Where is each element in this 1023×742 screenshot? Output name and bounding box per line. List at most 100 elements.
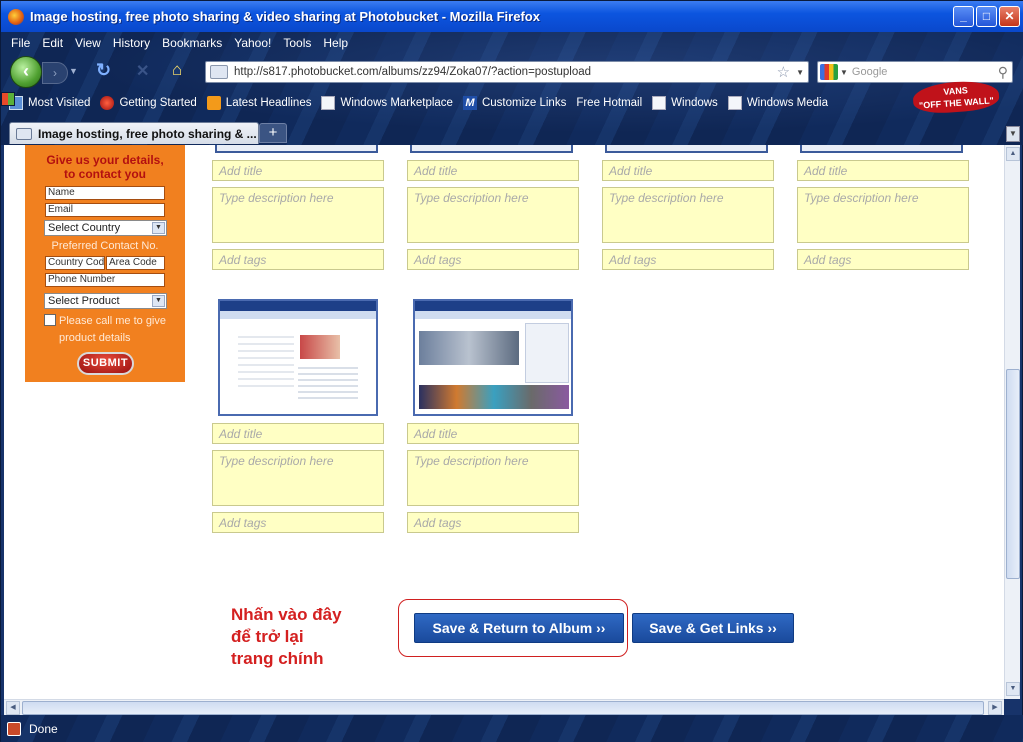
scroll-down-icon[interactable]: ▼ xyxy=(1006,682,1020,696)
vertical-scrollbar[interactable]: ▲ ▼ xyxy=(1004,145,1020,699)
navigation-toolbar: ‹ › ▼ ↻ ✕ ⌂ http://s817.photobucket.com/… xyxy=(1,54,1023,88)
image-thumbnail xyxy=(215,145,378,153)
tags-field[interactable]: Add tags xyxy=(407,512,579,533)
bookmark-free-hotmail[interactable]: Free Hotmail xyxy=(1,92,642,109)
new-tab-button[interactable]: + xyxy=(259,123,287,143)
menu-file[interactable]: File xyxy=(5,34,36,52)
description-field[interactable]: Type description here xyxy=(602,187,774,243)
horizontal-scrollbar[interactable]: ◀ ▶ xyxy=(4,699,1004,715)
contact-form-heading: Give us your details, to contact you xyxy=(46,153,164,181)
bookmark-windows[interactable]: Windows xyxy=(652,96,718,110)
description-field[interactable]: Type description here xyxy=(797,187,969,243)
callback-checkbox[interactable] xyxy=(44,314,56,326)
bookmark-getting-started[interactable]: Getting Started xyxy=(100,96,197,110)
title-field[interactable]: Add title xyxy=(602,160,774,181)
title-field[interactable]: Add title xyxy=(212,423,384,444)
tags-field[interactable]: Add tags xyxy=(602,249,774,270)
menu-view[interactable]: View xyxy=(69,34,107,52)
reload-icon[interactable]: ↻ xyxy=(96,60,111,81)
page-icon xyxy=(321,96,336,110)
country-select[interactable]: Select Country ▼ xyxy=(44,220,167,236)
status-bar: Done xyxy=(1,715,1023,742)
site-identity-icon[interactable] xyxy=(210,65,228,79)
vertical-scroll-thumb[interactable] xyxy=(1006,369,1020,579)
title-field[interactable]: Add title xyxy=(797,160,969,181)
description-field[interactable]: Type description here xyxy=(212,187,384,243)
description-field[interactable]: Type description here xyxy=(407,450,579,506)
chevron-down-icon: ▼ xyxy=(152,295,165,307)
page-content: Give us your details, to contact you Nam… xyxy=(4,145,1004,699)
instruction-annotation: Nhấn vào đây để trở lại trang chính xyxy=(231,605,342,668)
bookmark-star-icon[interactable]: ☆ xyxy=(777,63,790,81)
browser-chrome: File Edit View History Bookmarks Yahoo! … xyxy=(1,32,1023,145)
description-field[interactable]: Type description here xyxy=(212,450,384,506)
horizontal-scroll-thumb[interactable] xyxy=(22,701,984,715)
save-get-links-button[interactable]: Save & Get Links ›› xyxy=(632,613,794,643)
title-field[interactable]: Add title xyxy=(407,423,579,444)
tab-list-dropdown-icon[interactable]: ▼ xyxy=(1006,126,1020,142)
contact-form: Give us your details, to contact you Nam… xyxy=(25,145,185,382)
home-icon[interactable]: ⌂ xyxy=(172,60,182,80)
page-icon xyxy=(727,96,742,110)
tags-field[interactable]: Add tags xyxy=(797,249,969,270)
stop-icon[interactable]: ✕ xyxy=(136,61,149,81)
search-box[interactable]: G ▼ Google ⚲ xyxy=(817,61,1013,83)
getting-started-icon xyxy=(100,96,115,110)
scroll-up-icon[interactable]: ▲ xyxy=(1006,147,1020,161)
scroll-right-icon[interactable]: ▶ xyxy=(988,701,1002,715)
country-code-field[interactable]: Country Code xyxy=(45,256,105,270)
search-icon[interactable]: ⚲ xyxy=(998,64,1008,81)
tab-label: Image hosting, free photo sharing & ... xyxy=(38,126,257,141)
search-placeholder[interactable]: Google xyxy=(852,66,998,78)
chevron-down-icon: ▼ xyxy=(152,222,165,234)
url-text[interactable]: http://s817.photobucket.com/albums/zz94/… xyxy=(234,66,777,78)
image-thumbnail[interactable] xyxy=(413,299,573,416)
title-field[interactable]: Add title xyxy=(212,160,384,181)
name-field[interactable]: Name xyxy=(45,186,165,200)
description-field[interactable]: Type description here xyxy=(407,187,579,243)
menu-yahoo[interactable]: Yahoo! xyxy=(228,34,277,52)
maximize-button[interactable]: □ xyxy=(976,6,997,27)
save-return-button[interactable]: Save & Return to Album ›› xyxy=(414,613,624,643)
callback-label: Please call me to give product details xyxy=(59,315,166,344)
image-thumbnail[interactable] xyxy=(218,299,378,416)
menu-tools[interactable]: Tools xyxy=(277,34,317,52)
tab-strip: Image hosting, free photo sharing & ... … xyxy=(1,120,1023,145)
tags-field[interactable]: Add tags xyxy=(212,512,384,533)
bookmark-most-visited[interactable]: Most Visited xyxy=(9,96,90,110)
back-button[interactable]: ‹ xyxy=(10,56,42,88)
menu-history[interactable]: History xyxy=(107,34,156,52)
scroll-left-icon[interactable]: ◀ xyxy=(6,701,20,715)
menu-edit[interactable]: Edit xyxy=(36,34,69,52)
bookmark-customize-links[interactable]: M Customize Links xyxy=(462,96,566,110)
menu-help[interactable]: Help xyxy=(317,34,354,52)
google-engine-icon[interactable]: G xyxy=(820,64,838,80)
title-field[interactable]: Add title xyxy=(407,160,579,181)
firefox-icon xyxy=(8,8,24,25)
bookmark-windows-media[interactable]: Windows Media xyxy=(727,96,828,110)
submit-button[interactable]: SUBMIT xyxy=(77,352,134,375)
title-bar: Image hosting, free photo sharing & vide… xyxy=(1,1,1023,32)
bookmark-windows-marketplace[interactable]: Windows Marketplace xyxy=(321,96,453,110)
address-bar[interactable]: http://s817.photobucket.com/albums/zz94/… xyxy=(205,61,809,83)
minimize-button[interactable]: _ xyxy=(953,6,974,27)
email-field[interactable]: Email xyxy=(45,203,165,217)
url-dropdown-icon[interactable]: ▼ xyxy=(796,68,804,77)
history-dropdown-icon[interactable]: ▼ xyxy=(69,66,78,76)
engine-dropdown-icon[interactable]: ▼ xyxy=(840,68,848,77)
image-thumbnail xyxy=(605,145,768,153)
rss-icon xyxy=(206,96,221,110)
tags-field[interactable]: Add tags xyxy=(407,249,579,270)
tab-photobucket[interactable]: Image hosting, free photo sharing & ... xyxy=(9,122,259,144)
status-text: Done xyxy=(29,721,58,736)
page-icon xyxy=(652,96,667,110)
tags-field[interactable]: Add tags xyxy=(212,249,384,270)
area-code-field[interactable]: Area Code xyxy=(106,256,165,270)
close-button[interactable]: ✕ xyxy=(999,6,1020,27)
phone-number-field[interactable]: Phone Number xyxy=(45,273,165,287)
product-select[interactable]: Select Product ▼ xyxy=(44,293,167,309)
bookmark-latest-headlines[interactable]: Latest Headlines xyxy=(206,96,311,110)
menu-bookmarks[interactable]: Bookmarks xyxy=(156,34,228,52)
preferred-contact-label: Preferred Contact No. xyxy=(51,240,159,252)
forward-button[interactable]: › xyxy=(42,62,68,84)
